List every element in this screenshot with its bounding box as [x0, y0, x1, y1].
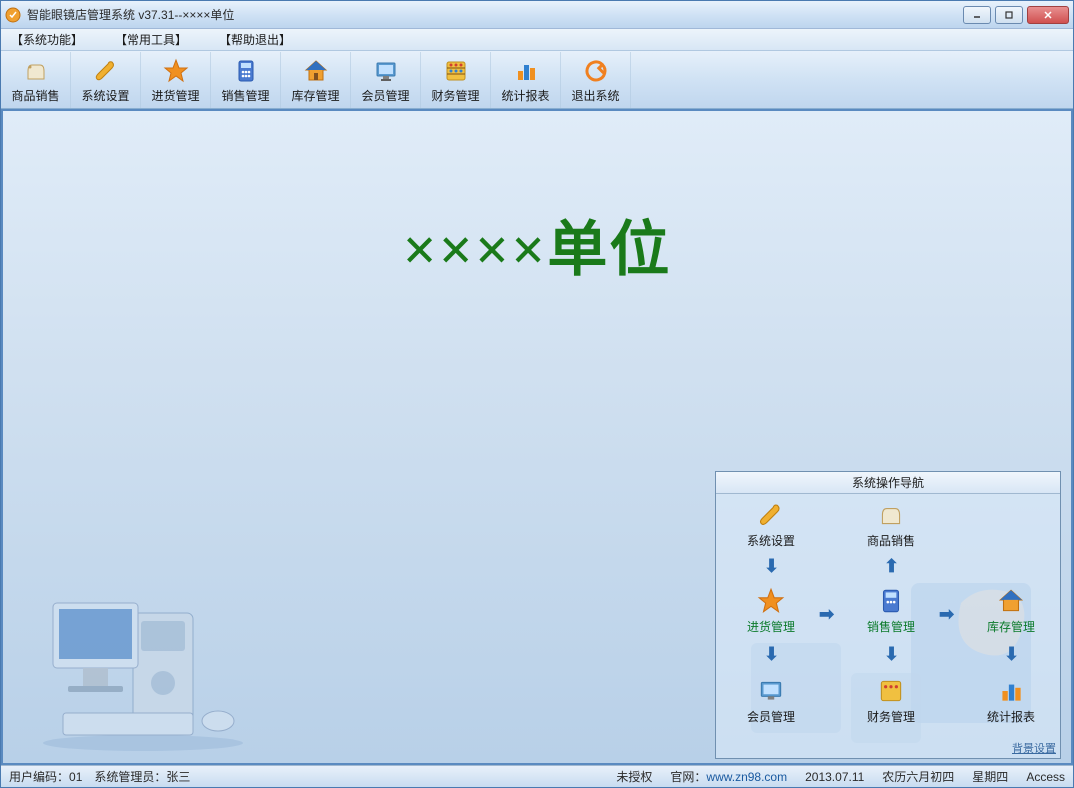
company-title: ××××单位 [403, 201, 672, 288]
house-icon [302, 57, 330, 85]
toolbar-exit[interactable]: 退出系统 [561, 52, 631, 108]
nav-label: 系统设置 [736, 532, 806, 549]
chart-icon [996, 676, 1026, 706]
toolbar-member[interactable]: 会员管理 [351, 52, 421, 108]
wrench-icon [92, 57, 120, 85]
toolbar-finance[interactable]: 财务管理 [421, 52, 491, 108]
toolbar-report[interactable]: 统计报表 [491, 52, 561, 108]
bg-setting-link[interactable]: 背景设置 [1012, 740, 1056, 756]
nav-label: 库存管理 [976, 618, 1046, 635]
arrow-down-icon: ⬇ [884, 644, 899, 665]
close-button[interactable] [1027, 6, 1069, 24]
exit-icon [582, 57, 610, 85]
toolbar-label: 财务管理 [431, 87, 479, 104]
toolbar-label: 销售管理 [221, 87, 269, 104]
glove-icon [22, 57, 50, 85]
toolbar-label: 会员管理 [361, 87, 409, 104]
menu-bar: 【系统功能】 【常用工具】 【帮助退出】 [1, 29, 1073, 51]
toolbar-label: 统计报表 [501, 87, 549, 104]
monitor-icon [372, 57, 400, 85]
status-date: 2013.07.11 [805, 770, 864, 784]
nav-report[interactable]: 统计报表 [976, 676, 1046, 725]
status-bar: 用户编码：01 系统管理员：张三 未授权 官网：www.zn98.com 201… [1, 765, 1073, 787]
status-lunar: 农历六月初四 [882, 768, 954, 785]
minimize-button[interactable] [963, 6, 991, 24]
status-site: 官网：www.zn98.com [670, 768, 787, 785]
arrow-right-icon: ➡ [819, 604, 834, 625]
status-db: Access [1026, 770, 1065, 784]
toolbar-label: 进货管理 [151, 87, 199, 104]
chart-icon [512, 57, 540, 85]
calculator-icon [876, 586, 906, 616]
nav-label: 进货管理 [736, 618, 806, 635]
toolbar-label: 系统设置 [81, 87, 129, 104]
arrow-down-icon: ⬇ [764, 644, 779, 665]
star-icon [756, 586, 786, 616]
arrow-right-icon: ➡ [939, 604, 954, 625]
nav-product-sales[interactable]: 商品销售 [856, 500, 926, 549]
status-admin: 系统管理员：张三 [94, 768, 190, 785]
toolbar-product-sales[interactable]: 商品销售 [1, 52, 71, 108]
site-link[interactable]: www.zn98.com [706, 770, 787, 784]
nav-label: 会员管理 [736, 708, 806, 725]
nav-label: 统计报表 [976, 708, 1046, 725]
toolbar-label: 退出系统 [571, 87, 619, 104]
status-weekday: 星期四 [972, 768, 1008, 785]
nav-label: 商品销售 [856, 532, 926, 549]
arrow-down-icon: ⬇ [764, 556, 779, 577]
toolbar-stock[interactable]: 库存管理 [281, 52, 351, 108]
toolbar-purchase[interactable]: 进货管理 [141, 52, 211, 108]
calculator-icon [232, 57, 260, 85]
toolbar-settings[interactable]: 系统设置 [71, 52, 141, 108]
nav-finance[interactable]: 财务管理 [856, 676, 926, 725]
toolbar-label: 商品销售 [11, 87, 59, 104]
app-icon [5, 7, 21, 23]
arrow-up-icon: ⬆ [884, 556, 899, 577]
nav-stock[interactable]: 库存管理 [976, 586, 1046, 635]
nav-label: 财务管理 [856, 708, 926, 725]
menu-tools[interactable]: 【常用工具】 [111, 29, 191, 50]
nav-panel-title: 系统操作导航 [716, 472, 1060, 494]
nav-purchase[interactable]: 进货管理 [736, 586, 806, 635]
nav-sell-mgmt[interactable]: 销售管理 [856, 586, 926, 635]
toolbar-sales-mgmt[interactable]: 销售管理 [211, 52, 281, 108]
menu-help[interactable]: 【帮助退出】 [215, 29, 295, 50]
nav-label: 销售管理 [856, 618, 926, 635]
nav-panel: 系统操作导航 系统设置 商品销售 ⬇ ⬆ 进货管理 [715, 471, 1061, 759]
nav-member[interactable]: 会员管理 [736, 676, 806, 725]
title-bar: 智能眼镜店管理系统 v37.31--××××单位 [1, 1, 1073, 29]
arrow-down-icon: ⬇ [1004, 644, 1019, 665]
main-area: ××××单位 系统操作导航 [1, 109, 1073, 765]
status-user-code: 用户编码：01 [9, 768, 82, 785]
menu-system[interactable]: 【系统功能】 [7, 29, 87, 50]
computer-art [33, 573, 253, 753]
monitor-icon [756, 676, 786, 706]
abacus-icon [876, 676, 906, 706]
star-icon [162, 57, 190, 85]
glove-icon [876, 500, 906, 530]
abacus-icon [442, 57, 470, 85]
nav-settings[interactable]: 系统设置 [736, 500, 806, 549]
wrench-icon [756, 500, 786, 530]
toolbar: 商品销售 系统设置 进货管理 销售管理 库存管理 会员管理 财务管理 统计报表 [1, 51, 1073, 109]
maximize-button[interactable] [995, 6, 1023, 24]
status-auth: 未授权 [616, 768, 652, 785]
toolbar-label: 库存管理 [291, 87, 339, 104]
house-icon [996, 586, 1026, 616]
window-title: 智能眼镜店管理系统 v37.31--××××单位 [27, 6, 963, 23]
